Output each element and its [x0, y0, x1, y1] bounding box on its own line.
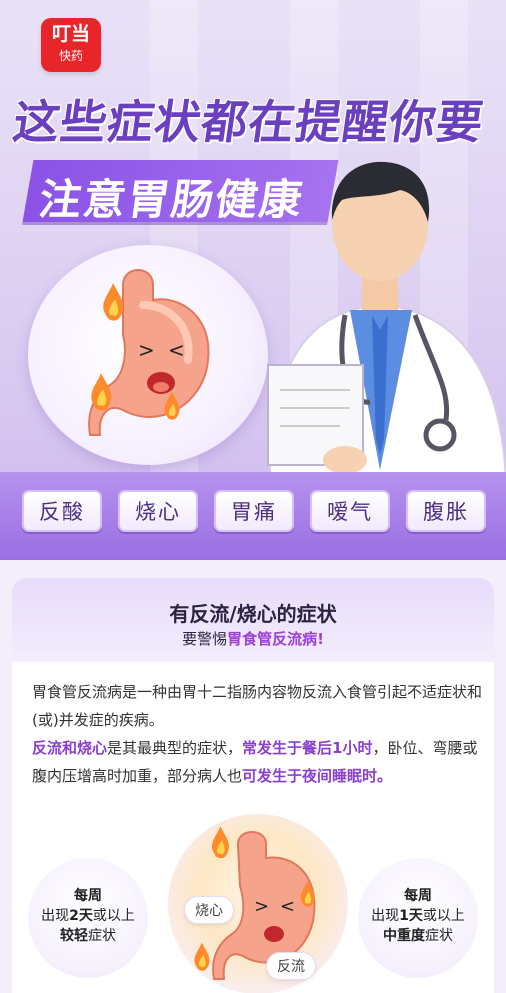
logo-line2: 快药	[58, 49, 83, 63]
card-header: 有反流/烧心的症状 要警惕胃食管反流病!	[12, 578, 494, 662]
symptom-chip[interactable]: 反酸	[22, 490, 102, 532]
card-title: 有反流/烧心的症状	[169, 602, 337, 626]
flame-icon	[194, 942, 210, 971]
highlight-text: 常发生于餐后1小时	[242, 739, 373, 757]
svg-text:<: <	[280, 896, 295, 917]
highlight-text: 反流和烧心	[32, 739, 108, 757]
subtitle-prefix: 要警惕	[182, 630, 228, 648]
hero-banner: 叮当 快药 这些症状都在提醒你要 注意胃肠健康 > < 反酸 烧心 胃痛 嗳气 …	[0, 0, 506, 560]
stat-circle-severe: 每周 出现1天或以上 中重度症状	[358, 858, 478, 978]
stat-circle-mild: 每周 出现2天或以上 较轻症状	[28, 858, 148, 978]
stat-line: 每周	[404, 888, 432, 904]
svg-text:>: >	[254, 896, 269, 917]
svg-text:<: <	[168, 338, 185, 362]
symptom-chip[interactable]: 腹胀	[406, 490, 486, 532]
stat-line: 出现2天或以上	[41, 908, 135, 924]
flame-icon	[103, 283, 124, 321]
svg-text:>: >	[138, 338, 155, 362]
stomach-illustration: > <	[88, 269, 210, 436]
symptom-chip[interactable]: 嗳气	[310, 490, 390, 532]
stat-line: 中重度症状	[383, 928, 453, 944]
heartburn-tag: 烧心	[184, 896, 234, 924]
reflux-tag: 反流	[266, 952, 316, 980]
flame-icon	[212, 826, 230, 859]
stat-line: 较轻症状	[60, 928, 116, 944]
doctor-illustration	[267, 161, 506, 480]
symptom-chip[interactable]: 烧心	[118, 490, 198, 532]
highlight-text: 可发生于夜间睡眠时。	[242, 767, 393, 785]
stat-line: 每周	[74, 888, 102, 904]
flame-icon	[91, 373, 112, 411]
subtitle-highlight: 胃食管反流病!	[227, 630, 324, 648]
stomach-bubble: > <	[28, 245, 268, 465]
app-logo[interactable]: 叮当 快药	[41, 18, 101, 72]
body-text: 是其最典型的症状，	[107, 739, 243, 757]
symptom-bar: 反酸 烧心 胃痛 嗳气 腹胀	[0, 472, 506, 560]
card-subtitle: 要警惕胃食管反流病!	[12, 628, 494, 649]
definition-paragraph: 胃食管反流病是一种由胃十二指肠内容物反流入食管引起不适症状和(或)并发症的疾病。	[32, 683, 483, 729]
symptom-chip[interactable]: 胃痛	[214, 490, 294, 532]
symptom-paragraph: 反流和烧心是其最典型的症状，常发生于餐后1小时，卧位、弯腰或腹内压增高时加重，部…	[32, 734, 482, 790]
stat-line: 出现1天或以上	[371, 908, 465, 924]
logo-line1: 叮当	[51, 23, 90, 45]
